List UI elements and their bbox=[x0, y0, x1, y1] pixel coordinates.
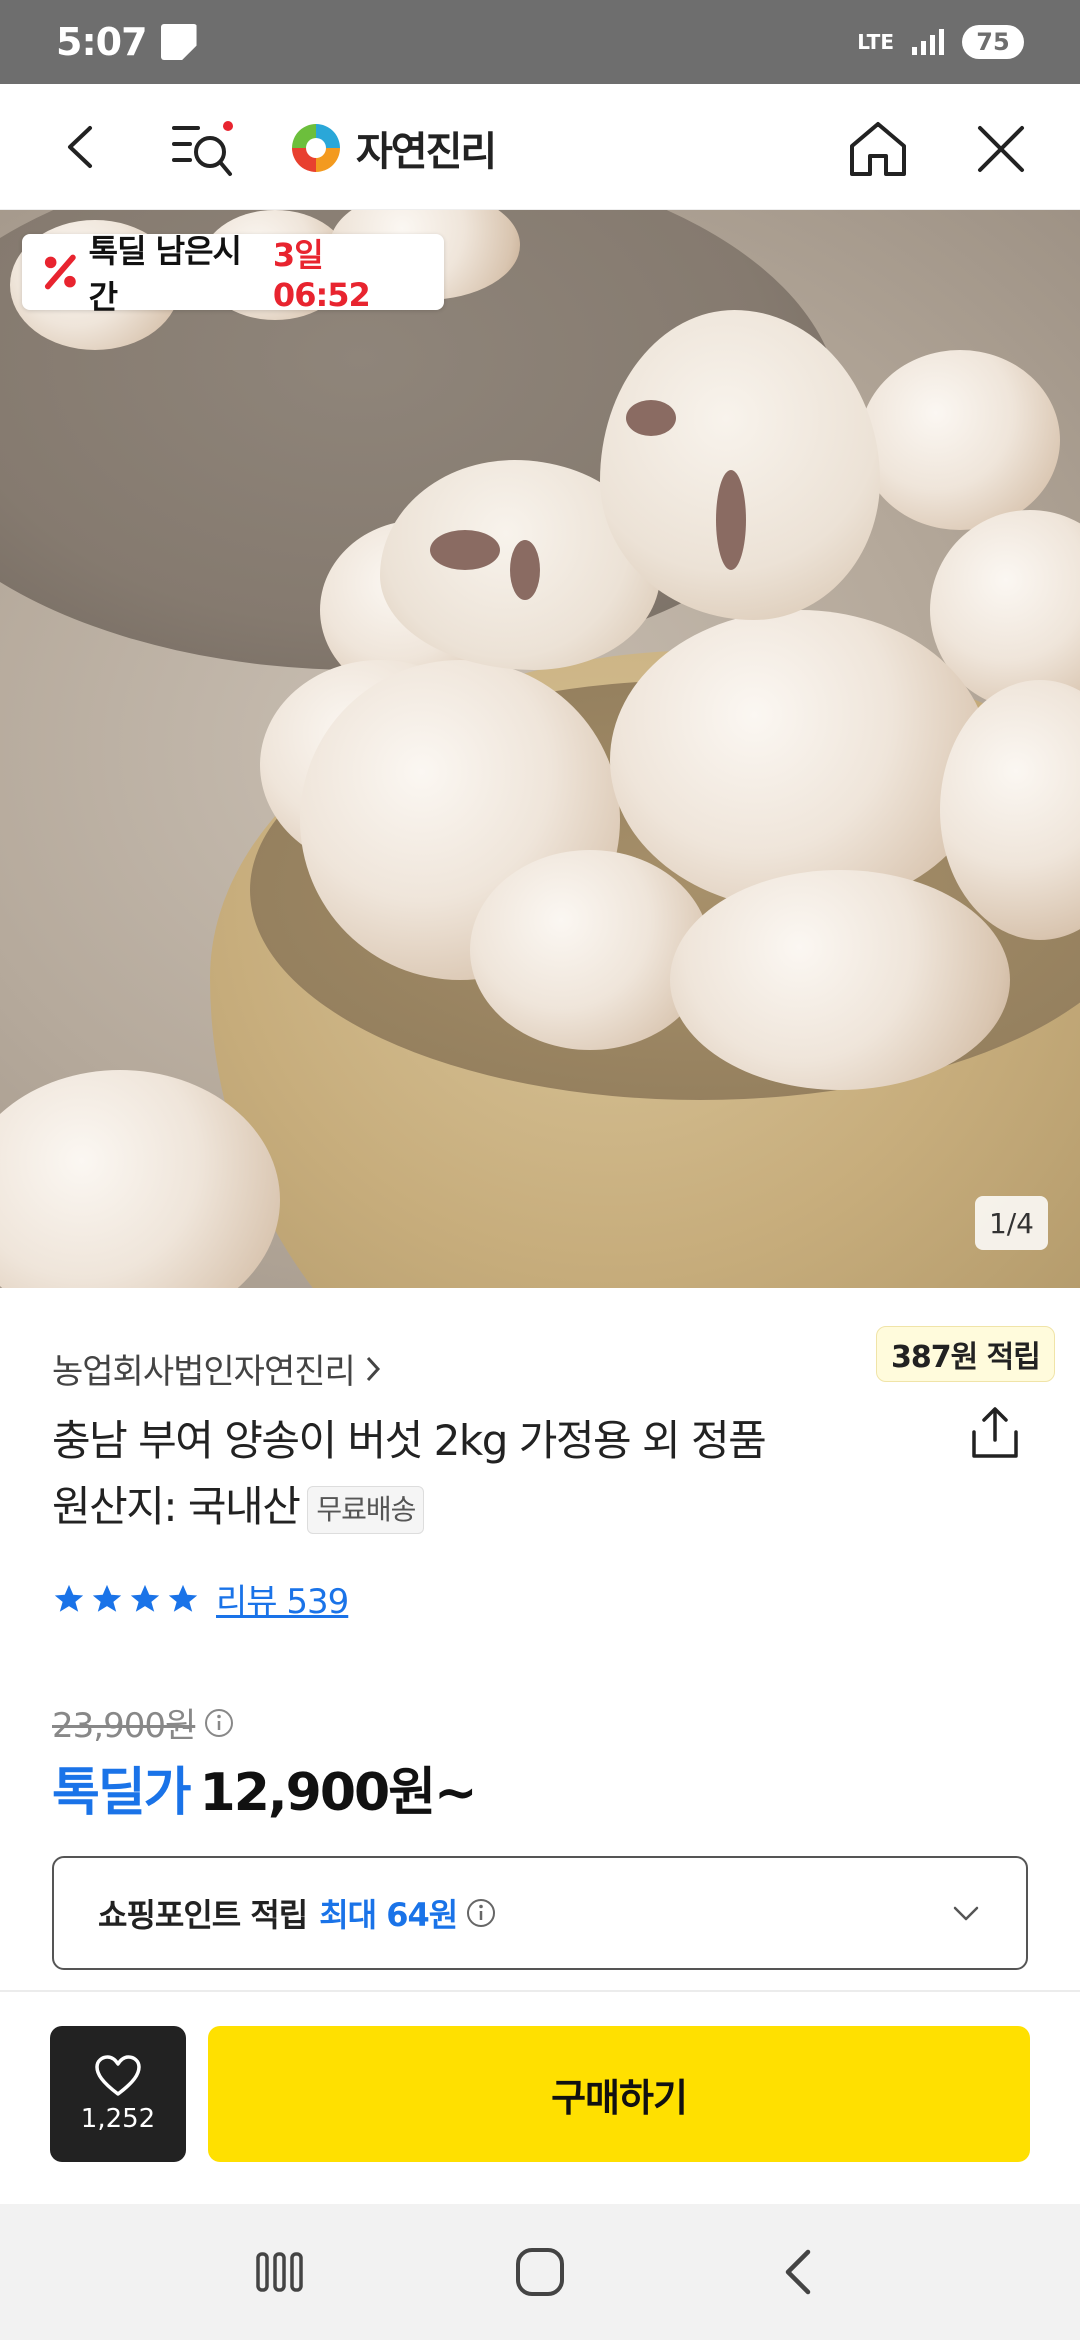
star-icon bbox=[92, 1584, 122, 1612]
notification-icon bbox=[160, 24, 197, 60]
divider bbox=[0, 1990, 1080, 1992]
chevron-down-icon bbox=[953, 1906, 979, 1921]
deal-price-row: 톡딜가 12,900원~ bbox=[52, 1750, 478, 1825]
share-icon[interactable] bbox=[966, 1404, 1024, 1462]
percent-icon bbox=[44, 254, 76, 290]
points-badge: 387원 적립 bbox=[876, 1326, 1055, 1382]
home-icon[interactable] bbox=[846, 118, 910, 178]
point-max: 최대 64원 bbox=[319, 1896, 458, 1934]
product-name: 충남 부여 양송이 버섯 2kg 가정용 외 정품 bbox=[52, 1416, 767, 1465]
star-icon bbox=[168, 1584, 198, 1612]
mushroom-graphic bbox=[860, 350, 1060, 530]
image-counter: 1/4 bbox=[974, 1196, 1048, 1250]
close-icon[interactable] bbox=[972, 120, 1030, 178]
logo-text: 자연진리 bbox=[356, 129, 497, 175]
product-title: 충남 부여 양송이 버섯 2kg 가정용 외 정품 원산지: 국내산 무료배송 bbox=[52, 1408, 872, 1540]
timer-label: 톡딜 남은시간 bbox=[88, 232, 242, 316]
rating-row: 리뷰 539 bbox=[52, 1574, 349, 1623]
heart-icon bbox=[95, 2055, 141, 2096]
mushroom-half-graphic bbox=[600, 310, 880, 620]
home-nav-icon[interactable] bbox=[508, 2240, 572, 2304]
brand-logo[interactable]: 자연진리 bbox=[288, 120, 497, 176]
free-shipping-badge: 무료배송 bbox=[307, 1485, 425, 1534]
product-origin-row: 원산지: 국내산 무료배송 bbox=[52, 1474, 872, 1540]
system-nav-bar bbox=[0, 2204, 1080, 2340]
deal-label: 톡딜가 bbox=[52, 1763, 192, 1823]
original-price-row: 23,900원 bbox=[52, 1698, 235, 1747]
menu-search-icon[interactable] bbox=[170, 118, 236, 180]
seller-link[interactable]: 농업회사법인자연진리 bbox=[52, 1344, 383, 1393]
buy-button[interactable]: 구매하기 bbox=[208, 2026, 1030, 2162]
mushroom-gill-graphic bbox=[626, 400, 676, 436]
back-icon[interactable] bbox=[56, 120, 110, 174]
seller-name: 농업회사법인자연진리 bbox=[52, 1352, 356, 1392]
back-nav-icon[interactable] bbox=[768, 2240, 832, 2304]
star-icon bbox=[130, 1584, 160, 1612]
status-time: 5:07 bbox=[56, 20, 148, 64]
mushroom-gill-graphic bbox=[510, 540, 540, 600]
battery-indicator: 75 bbox=[962, 25, 1024, 59]
info-icon[interactable] bbox=[465, 1897, 497, 1929]
chevron-right-icon bbox=[366, 1356, 380, 1381]
mushroom-graphic bbox=[470, 850, 710, 1050]
signal-icon bbox=[912, 29, 944, 55]
star-icon bbox=[54, 1584, 84, 1612]
recent-apps-icon[interactable] bbox=[248, 2240, 312, 2304]
mushroom-graphic bbox=[670, 870, 1010, 1090]
mushroom-gill-graphic bbox=[716, 470, 746, 570]
product-image-carousel[interactable]: 톡딜 남은시간 3일 06:52 1/4 bbox=[0, 210, 1080, 1288]
original-price: 23,900원 bbox=[52, 1706, 196, 1746]
status-bar: 5:07 LTE 75 bbox=[0, 0, 1080, 84]
product-origin: 원산지: 국내산 bbox=[52, 1482, 301, 1531]
point-label: 쇼핑포인트 적립 bbox=[98, 1896, 308, 1934]
review-link[interactable]: 리뷰 539 bbox=[216, 1574, 349, 1623]
app-bar: 자연진리 bbox=[0, 84, 1080, 210]
deal-timer-badge: 톡딜 남은시간 3일 06:52 bbox=[22, 232, 444, 316]
network-type: LTE bbox=[857, 30, 894, 54]
shopping-point-dropdown[interactable]: 쇼핑포인트 적립 최대 64원 bbox=[52, 1856, 1028, 1970]
logo-icon bbox=[292, 124, 340, 172]
like-button[interactable]: 1,252 bbox=[50, 2026, 186, 2162]
timer-value: 3일 06:52 bbox=[272, 236, 371, 314]
mushroom-gill-graphic bbox=[430, 530, 500, 570]
mushroom-graphic bbox=[610, 610, 990, 910]
info-icon[interactable] bbox=[203, 1707, 235, 1739]
deal-price: 12,900원~ bbox=[199, 1763, 478, 1823]
like-count: 1,252 bbox=[80, 2104, 156, 2134]
